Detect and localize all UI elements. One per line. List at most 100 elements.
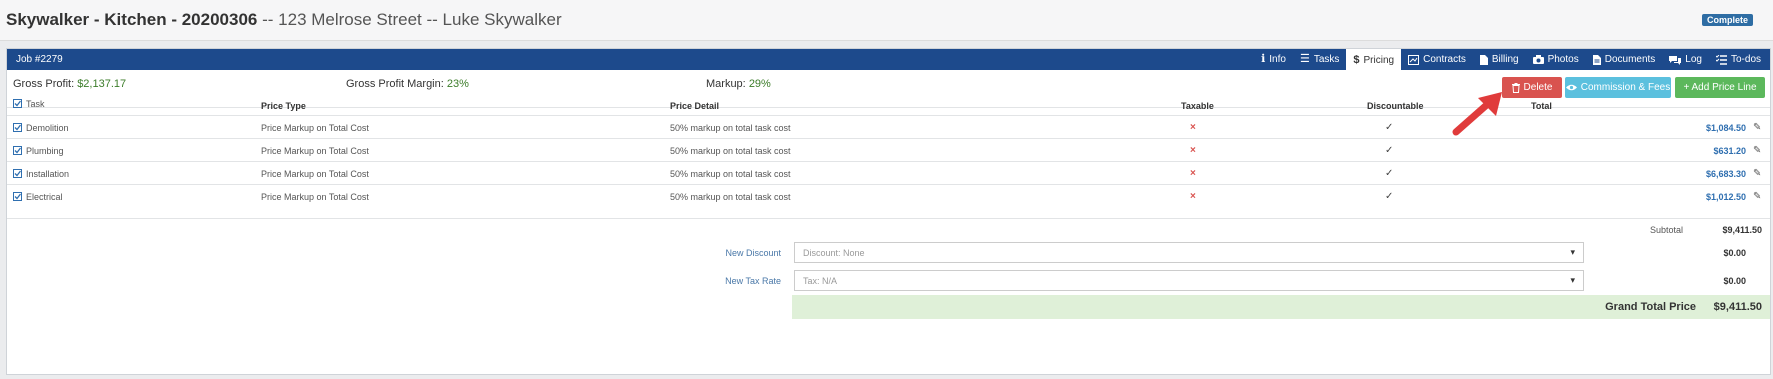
- document-icon: [1592, 54, 1601, 65]
- edit-pencil-icon[interactable]: ✎: [1753, 122, 1761, 133]
- tab-pricing[interactable]: $ Pricing: [1346, 49, 1402, 71]
- tab-tasks[interactable]: ☰ Tasks: [1293, 49, 1346, 70]
- task-name: Plumbing: [26, 146, 64, 156]
- discount-amount: $0.00: [1723, 248, 1746, 258]
- row-checkbox[interactable]: [13, 146, 22, 155]
- markup-label: Markup:: [706, 78, 746, 90]
- gross-profit-margin-label: Gross Profit Margin:: [346, 78, 444, 90]
- gross-profit-margin: Gross Profit Margin: 23%: [346, 78, 469, 90]
- price-detail: 50% markup on total task cost: [670, 192, 791, 202]
- info-icon: ℹ: [1261, 53, 1266, 65]
- discount-select[interactable]: Discount: None ▾: [794, 242, 1584, 263]
- tab-log[interactable]: Log: [1662, 49, 1709, 70]
- add-price-line-button[interactable]: + Add Price Line: [1675, 77, 1765, 98]
- grand-total-value: $9,411.50: [1713, 301, 1762, 313]
- discountable-check-icon: ✓: [1385, 191, 1394, 202]
- file-icon: [1479, 54, 1488, 65]
- column-header-taxable[interactable]: Taxable: [1181, 101, 1214, 111]
- column-header-price-detail[interactable]: Price Detail: [670, 101, 719, 111]
- page-title: Skywalker - Kitchen - 20200306 -- 123 Me…: [6, 10, 562, 30]
- edit-pencil-icon[interactable]: ✎: [1753, 145, 1761, 156]
- row-checkbox[interactable]: [13, 169, 22, 178]
- table-bottom-divider: [7, 218, 1770, 219]
- edit-pencil-icon[interactable]: ✎: [1753, 191, 1761, 202]
- grand-total-label: Grand Total Price: [1605, 301, 1696, 313]
- price-detail: 50% markup on total task cost: [670, 169, 791, 179]
- select-all-checkbox[interactable]: [13, 99, 22, 108]
- delete-button-label: Delete: [1523, 82, 1553, 93]
- delete-button[interactable]: Delete: [1502, 77, 1562, 98]
- task-name: Installation: [26, 169, 70, 179]
- dollar-icon: $: [1353, 53, 1360, 66]
- trash-icon: [1511, 82, 1520, 93]
- status-badge: Complete: [1701, 14, 1753, 26]
- eye-icon: [1565, 84, 1577, 91]
- discountable-check-icon: ✓: [1385, 122, 1394, 133]
- tab-label: Tasks: [1313, 54, 1340, 65]
- tab-label: Pricing: [1363, 54, 1395, 66]
- markup-value: 29%: [748, 78, 771, 90]
- price-detail: 50% markup on total task cost: [670, 123, 791, 133]
- contract-icon: [1408, 54, 1420, 65]
- tab-label: Documents: [1604, 54, 1656, 65]
- price-type: Price Markup on Total Cost: [261, 146, 369, 156]
- column-header-task: Task: [26, 99, 45, 109]
- row-checkbox[interactable]: [13, 192, 22, 201]
- discountable-check-icon: ✓: [1385, 168, 1394, 179]
- tab-photos[interactable]: Photos: [1526, 49, 1586, 70]
- tab-info[interactable]: ℹ Info: [1254, 49, 1293, 70]
- tab-documents[interactable]: Documents: [1586, 49, 1663, 70]
- list-icon: ☰: [1299, 53, 1310, 65]
- gross-profit-label: Gross Profit:: [13, 78, 75, 90]
- row-total[interactable]: $6,683.30: [1706, 169, 1746, 179]
- tab-label: To-dos: [1730, 54, 1761, 65]
- task-name: Electrical: [26, 192, 63, 202]
- commission-fees-button[interactable]: Commission & Fees: [1565, 77, 1671, 98]
- tax-amount: $0.00: [1723, 276, 1746, 286]
- camera-icon: [1532, 55, 1544, 64]
- tab-contracts[interactable]: Contracts: [1401, 49, 1473, 70]
- tax-rate-select[interactable]: Tax: N/A ▾: [794, 270, 1584, 291]
- row-checkbox[interactable]: [13, 123, 22, 132]
- not-taxable-icon: ×: [1190, 168, 1196, 179]
- gross-profit-margin-value: 23%: [446, 78, 469, 90]
- edit-pencil-icon[interactable]: ✎: [1753, 168, 1761, 179]
- price-type: Price Markup on Total Cost: [261, 192, 369, 202]
- tab-label: Billing: [1491, 54, 1519, 65]
- gross-profit-value: $2,137.17: [77, 78, 127, 90]
- task-name: Demolition: [26, 123, 69, 133]
- not-taxable-icon: ×: [1190, 145, 1196, 156]
- price-type: Price Markup on Total Cost: [261, 169, 369, 179]
- tab-billing[interactable]: Billing: [1473, 49, 1526, 70]
- not-taxable-icon: ×: [1190, 122, 1196, 133]
- column-header-discountable[interactable]: Discountable: [1367, 101, 1424, 111]
- checklist-icon: [1715, 54, 1727, 65]
- tab-label: Log: [1685, 54, 1702, 65]
- annotation-arrow-icon: [1452, 92, 1502, 136]
- column-header-price-type[interactable]: Price Type: [261, 101, 306, 111]
- add-price-line-label: + Add Price Line: [1683, 82, 1757, 93]
- not-taxable-icon: ×: [1190, 191, 1196, 202]
- job-header-bar: Job #2279 ℹ Info ☰ Tasks $ Pricing Contr…: [7, 49, 1770, 71]
- row-divider: [7, 161, 1770, 162]
- chevron-down-icon: ▾: [1570, 275, 1575, 285]
- markup: Markup: 29%: [706, 78, 771, 90]
- gross-profit: Gross Profit: $2,137.17: [13, 78, 126, 90]
- tab-todos[interactable]: To-dos: [1709, 49, 1768, 70]
- row-total[interactable]: $631.20: [1713, 146, 1746, 156]
- tab-label: Photos: [1547, 54, 1579, 65]
- tab-label: Contracts: [1423, 54, 1466, 65]
- price-type: Price Markup on Total Cost: [261, 123, 369, 133]
- chevron-down-icon: ▾: [1570, 247, 1575, 257]
- job-tabs: ℹ Info ☰ Tasks $ Pricing Contracts Billi…: [1254, 49, 1768, 71]
- price-detail: 50% markup on total task cost: [670, 146, 791, 156]
- subtotal-value: $9,411.50: [1722, 225, 1762, 235]
- new-tax-rate-label: New Tax Rate: [725, 276, 781, 286]
- column-header-total[interactable]: Total: [1531, 101, 1552, 111]
- job-address-client: -- 123 Melrose Street -- Luke Skywalker: [262, 10, 562, 29]
- row-divider: [7, 184, 1770, 185]
- subtotal-label: Subtotal: [1649, 225, 1683, 235]
- row-total[interactable]: $1,012.50: [1706, 192, 1746, 202]
- row-total[interactable]: $1,084.50: [1706, 123, 1746, 133]
- tab-label: Info: [1269, 54, 1286, 65]
